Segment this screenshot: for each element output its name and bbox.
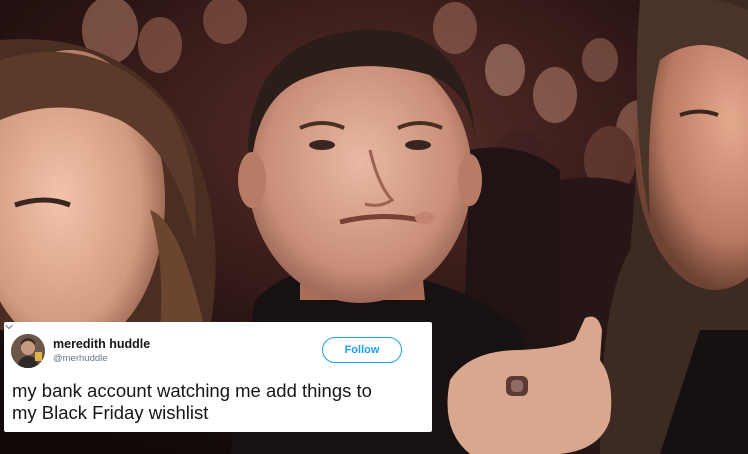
user-handle[interactable]: @merhuddle	[53, 353, 108, 364]
meme-canvas: meredith huddle @merhuddle Follow my ban…	[0, 0, 748, 454]
chevron-down-icon[interactable]	[4, 322, 14, 332]
tweet-text: my bank account watching me add things t…	[12, 380, 372, 423]
tweet-card: meredith huddle @merhuddle Follow my ban…	[4, 322, 432, 432]
avatar-image	[11, 334, 45, 368]
follow-button[interactable]: Follow	[322, 337, 402, 363]
avatar[interactable]	[11, 334, 45, 368]
display-name[interactable]: meredith huddle	[53, 337, 150, 351]
